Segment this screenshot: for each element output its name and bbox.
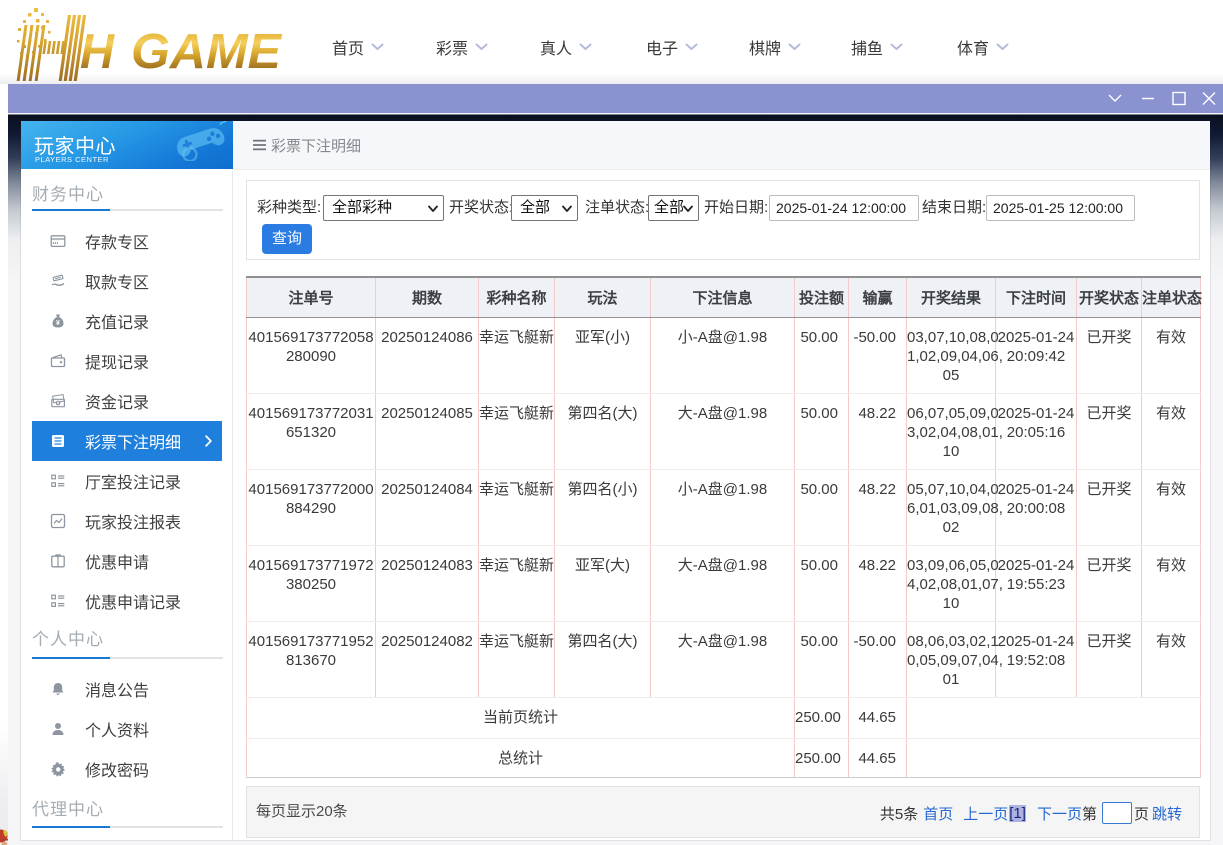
- svg-text:GAME: GAME: [131, 25, 282, 79]
- svg-text:¥: ¥: [56, 320, 60, 327]
- svg-text:H: H: [80, 25, 116, 79]
